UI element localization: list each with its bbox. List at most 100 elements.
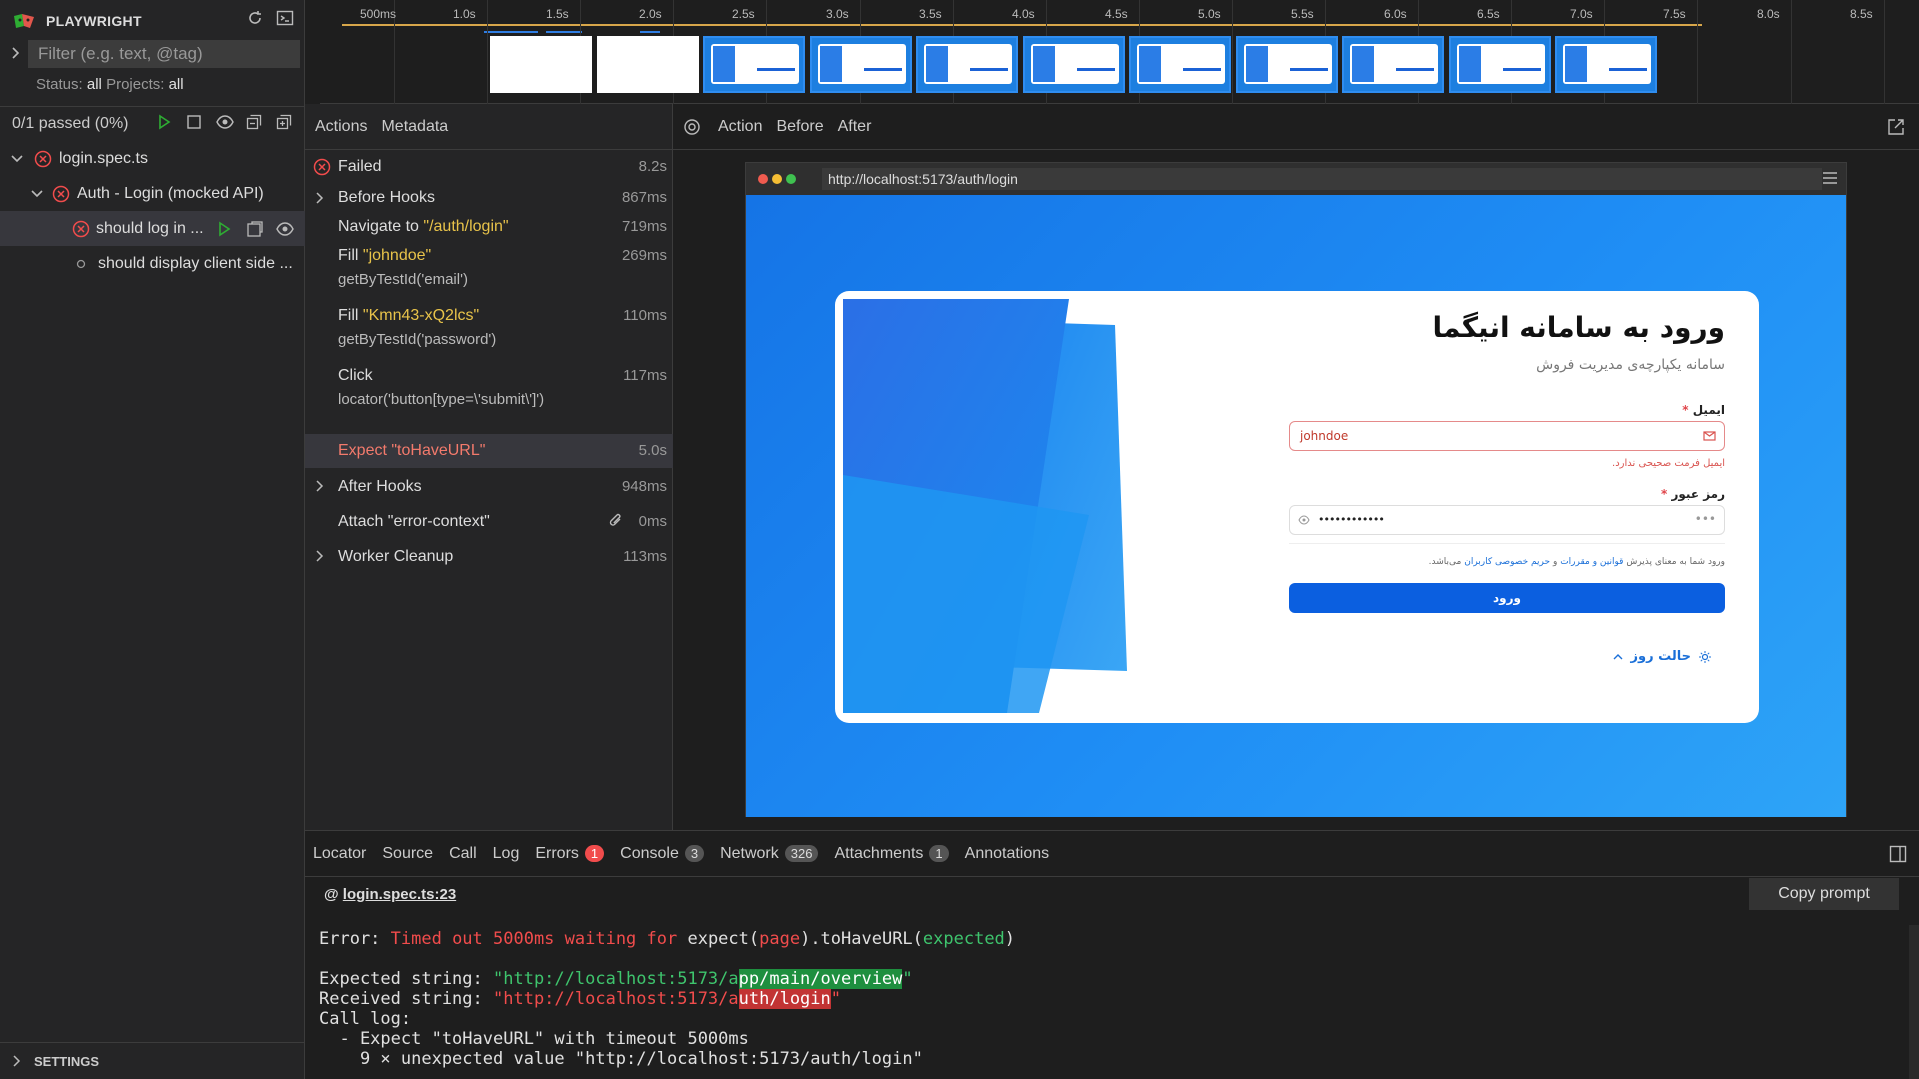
run-test-icon[interactable] xyxy=(216,221,232,237)
errors-count-badge: 1 xyxy=(584,845,605,862)
tab-network[interactable]: Network 326 xyxy=(712,845,826,863)
password-field[interactable]: ••• •••••••••••• xyxy=(1289,505,1725,535)
timeline-tick-label: 5.0s xyxy=(1198,7,1221,21)
timeline-thumbnail[interactable] xyxy=(596,36,699,93)
status-label: Status: xyxy=(36,76,83,93)
open-source-icon[interactable] xyxy=(246,220,264,238)
action-click[interactable]: Click 117ms locator('button[type=\'submi… xyxy=(305,362,673,411)
filter-input[interactable] xyxy=(28,40,300,68)
show-password-icon[interactable] xyxy=(1298,515,1310,525)
login-submit-button[interactable]: ورود xyxy=(1289,583,1725,613)
pick-locator-icon[interactable] xyxy=(683,118,701,136)
action-after-hooks[interactable]: After Hooks 948ms xyxy=(305,470,673,504)
expand-all-icon[interactable] xyxy=(276,114,292,130)
error-expect: expect( xyxy=(677,929,760,949)
timeline-thumbnail[interactable] xyxy=(916,36,1018,93)
timeline[interactable]: 500ms 1.0s 1.5s 2.0s 2.5s 3.0s 3.5s 4.0s 4.5s 5.0… xyxy=(320,0,1919,104)
terminal-icon[interactable] xyxy=(276,9,294,27)
error-close: ) xyxy=(1004,929,1016,949)
timeline-thumbnail[interactable] xyxy=(809,36,912,93)
stop-icon[interactable] xyxy=(186,114,202,130)
email-error: ایمیل فرمت صحیحی ندارد. xyxy=(1612,458,1725,469)
tree-test-row[interactable]: should display client side ... xyxy=(0,246,305,281)
action-failed[interactable]: Failed 8.2s xyxy=(305,150,673,184)
tab-log[interactable]: Log xyxy=(485,845,528,863)
timeline-tick-label: 6.0s xyxy=(1384,7,1407,21)
collapse-all-icon[interactable] xyxy=(246,114,262,130)
tree-suite-row[interactable]: Auth - Login (mocked API) xyxy=(0,176,305,211)
password-label: رمز عبور * xyxy=(1661,487,1725,501)
timeline-thumbnail[interactable] xyxy=(1022,36,1125,93)
hamburger-menu-icon[interactable] xyxy=(1822,171,1838,185)
received-diff: uth/login xyxy=(738,989,831,1009)
action-expect-selected[interactable]: Expect "toHaveURL" 5.0s xyxy=(305,434,673,468)
tab-actions[interactable]: Actions xyxy=(308,104,374,150)
privacy-link[interactable]: حریم خصوصی کاربران xyxy=(1464,557,1550,567)
tab-metadata[interactable]: Metadata xyxy=(374,104,455,150)
tab-action[interactable]: Action xyxy=(711,104,769,150)
copy-prompt-button[interactable]: Copy prompt xyxy=(1749,878,1899,910)
chevron-right-icon xyxy=(315,549,325,563)
terms-suffix: می‌باشد. xyxy=(1428,557,1462,567)
run-all-icon[interactable] xyxy=(156,114,172,130)
theme-toggle[interactable]: حالت روز xyxy=(1613,649,1711,664)
tab-locator[interactable]: Locator xyxy=(305,845,374,863)
action-fill-password[interactable]: Fill "Kmn43-xQ2lcs" 110ms getByTestId('p… xyxy=(305,302,673,351)
email-field[interactable]: johndoe xyxy=(1289,421,1725,451)
chevron-right-icon xyxy=(12,1055,22,1067)
tab-before[interactable]: Before xyxy=(769,104,830,150)
action-before-hooks[interactable]: Before Hooks 867ms xyxy=(305,184,673,213)
action-navigate[interactable]: Navigate to "/auth/login" 719ms xyxy=(305,213,673,242)
error-matcher: ).toHaveURL( xyxy=(800,929,923,949)
projects-value[interactable]: all xyxy=(169,76,184,93)
tab-after[interactable]: After xyxy=(831,104,879,150)
timeline-thumbnail[interactable] xyxy=(490,36,592,93)
timeline-action-bar xyxy=(484,31,538,33)
timeline-thumbnail[interactable] xyxy=(1235,36,1338,93)
settings-toggle[interactable]: SETTINGS xyxy=(0,1042,305,1079)
received-common: "http://localhost:5173/a xyxy=(493,989,739,1009)
action-title: Fill "Kmn43-xQ2lcs" xyxy=(338,307,479,325)
chevron-right-icon xyxy=(315,191,325,205)
tab-annotations[interactable]: Annotations xyxy=(957,845,1058,863)
status-value[interactable]: all xyxy=(87,76,102,93)
tab-source[interactable]: Source xyxy=(374,845,441,863)
action-duration: 113ms xyxy=(623,548,667,565)
tab-errors[interactable]: Errors 1 xyxy=(527,845,612,863)
call-log-line: 9 × unexpected value "http://localhost:5… xyxy=(319,1049,923,1069)
timeline-thumbnail[interactable] xyxy=(1129,36,1231,93)
tab-console[interactable]: Console 3 xyxy=(612,845,712,863)
action-worker-cleanup[interactable]: Worker Cleanup 113ms xyxy=(305,540,673,574)
tree-test-row-selected[interactable]: should log in ... xyxy=(0,211,305,246)
tab-call[interactable]: Call xyxy=(441,845,485,863)
tree-file-row[interactable]: login.spec.ts xyxy=(0,141,305,176)
tab-label: Annotations xyxy=(964,844,1050,862)
timeline-thumbnail[interactable] xyxy=(1342,36,1444,93)
watch-all-icon[interactable] xyxy=(216,114,234,130)
expand-filter-icon[interactable] xyxy=(10,46,22,60)
action-fill-email[interactable]: Fill "johndoe" 269ms getByTestId('email'… xyxy=(305,242,673,291)
email-label-text: ایمیل xyxy=(1692,403,1725,417)
tab-attachments[interactable]: Attachments 1 xyxy=(826,845,956,863)
tab-label: Source xyxy=(382,844,434,862)
timeline-tick-label: 7.5s xyxy=(1663,7,1686,21)
source-link[interactable]: login.spec.ts:23 xyxy=(343,886,456,903)
timeline-thumbnail[interactable] xyxy=(703,36,805,93)
terms-link[interactable]: قوانین و مقررات xyxy=(1560,557,1623,567)
watch-test-icon[interactable] xyxy=(275,221,294,237)
address-bar[interactable]: http://localhost:5173/auth/login xyxy=(822,168,1822,190)
email-label: ایمیل * xyxy=(1682,403,1725,417)
action-duration: 867ms xyxy=(621,189,667,206)
timeline-tick-label: 7.0s xyxy=(1570,7,1593,21)
reload-icon[interactable] xyxy=(246,9,264,27)
tab-label: Errors xyxy=(535,844,579,862)
timeline-thumbnail[interactable] xyxy=(1555,36,1657,93)
scrollbar[interactable] xyxy=(1909,925,1919,1079)
open-external-icon[interactable] xyxy=(1887,118,1905,136)
failed-icon xyxy=(52,185,70,203)
action-title: After Hooks xyxy=(338,478,422,495)
timeline-thumbnail[interactable] xyxy=(1448,36,1551,93)
terms-and: و xyxy=(1552,557,1558,567)
toggle-layout-icon[interactable] xyxy=(1889,845,1907,863)
action-attach[interactable]: Attach "error-context" 0ms xyxy=(305,505,673,539)
